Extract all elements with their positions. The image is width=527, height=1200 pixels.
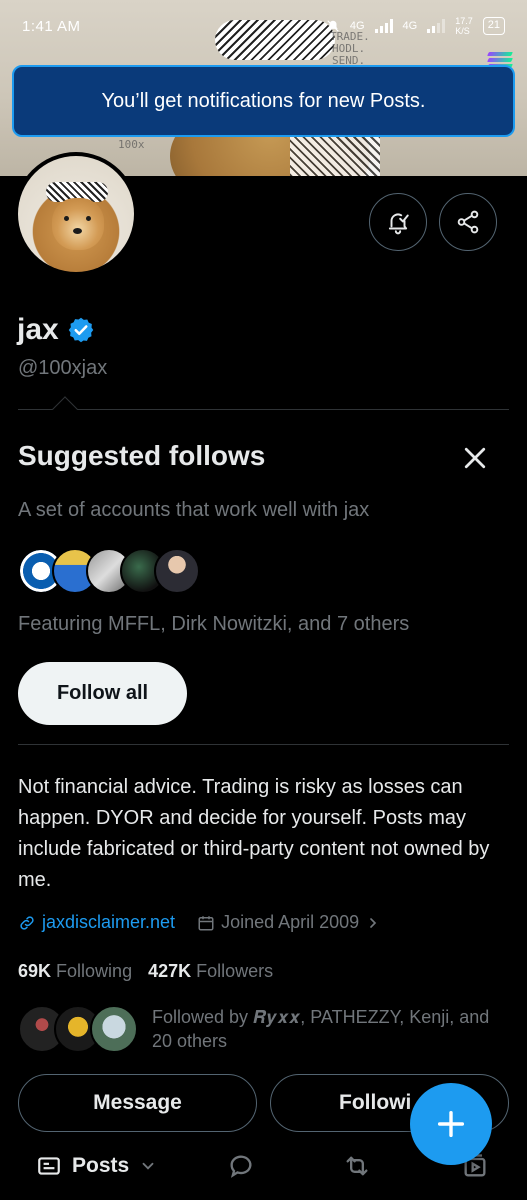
net-speed: 17.7 K/S <box>455 16 473 36</box>
chevron-right-icon[interactable] <box>365 915 381 931</box>
compose-post-button[interactable] <box>410 1083 492 1165</box>
net-speed-value: 17.7 <box>455 16 473 26</box>
link-icon <box>20 915 34 930</box>
network-type: 4G <box>349 20 365 32</box>
plus-icon <box>437 1110 465 1138</box>
profile-meta: jaxdisclaimer.net Joined April 2009 <box>18 912 381 933</box>
toast-message: You’ll get notifications for new Posts. <box>101 89 426 112</box>
avatar <box>154 548 200 594</box>
profile-name: jax <box>17 313 95 347</box>
profile-bio: Not financial advice. Trading is risky a… <box>18 776 490 891</box>
followed-by-prefix: Followed by <box>152 1007 249 1027</box>
suggested-follows-subtitle: A set of accounts that work well with ja… <box>18 499 370 521</box>
featuring-text: Featuring MFFL, Dirk Nowitzki, and 7 oth… <box>18 613 410 635</box>
network-type: 4G <box>402 20 418 32</box>
follow-stats: 69K Following 427K Followers <box>18 961 273 982</box>
status-time: 1:41 AM <box>22 17 81 35</box>
posts-filter-dropdown[interactable]: Posts <box>36 1153 157 1179</box>
reply-filter-icon[interactable] <box>227 1152 255 1180</box>
following-button-label: Followi <box>339 1091 412 1114</box>
chevron-down-icon <box>142 1162 154 1170</box>
follow-all-button[interactable]: Follow all <box>18 662 187 725</box>
divider <box>18 744 509 745</box>
avatar-image <box>18 156 134 272</box>
profile-handle: @100xjax <box>18 357 108 379</box>
posts-tab-label: Posts <box>72 1154 130 1177</box>
signal-icon <box>374 19 393 33</box>
banner-doodle-text: 100x <box>118 138 145 151</box>
posts-icon <box>38 1157 60 1175</box>
suggested-avatars[interactable] <box>18 548 200 594</box>
followed-by-text: Followed by 𝑹𝒚𝒙𝒙, PATHEZZY, Kenji, and 2… <box>152 1005 502 1053</box>
repost-filter-icon[interactable] <box>343 1152 371 1180</box>
status-icons: 4G 4G 17.7 K/S 21 <box>326 16 505 36</box>
verified-badge-icon <box>68 317 93 343</box>
battery-icon: 21 <box>482 17 505 35</box>
profile-website-link[interactable]: jaxdisclaimer.net <box>42 912 175 933</box>
suggested-follows-title: Suggested follows <box>18 440 266 471</box>
following-label: Following <box>56 961 133 981</box>
display-name: jax <box>17 313 59 346</box>
following-stat[interactable]: 69K Following <box>18 961 132 982</box>
message-button[interactable]: Message <box>18 1074 257 1132</box>
mute-icon <box>327 20 339 32</box>
joined-date[interactable]: Joined April 2009 <box>221 912 359 933</box>
status-bar: 1:41 AM 4G 4G 17.7 K/S 21 <box>0 0 527 52</box>
calendar-icon <box>198 915 214 930</box>
followers-label: Followers <box>196 961 274 981</box>
signal-icon <box>427 19 446 33</box>
net-speed-unit: K/S <box>455 26 470 36</box>
followers-count: 427K <box>148 961 192 981</box>
followed-by-avatars <box>18 1005 138 1053</box>
notifications-toggle-button[interactable] <box>369 193 427 251</box>
divider <box>18 409 509 410</box>
suggested-caret <box>52 396 78 422</box>
share-icon <box>457 210 479 234</box>
followed-by-row[interactable]: Followed by 𝑹𝒚𝒙𝒙, PATHEZZY, Kenji, and 2… <box>18 1005 502 1053</box>
share-button[interactable] <box>439 193 497 251</box>
following-count: 69K <box>18 961 52 981</box>
avatar[interactable] <box>14 152 138 276</box>
bell-check-icon <box>388 213 409 235</box>
followers-stat[interactable]: 427K Followers <box>148 961 273 982</box>
close-icon[interactable] <box>460 443 490 473</box>
notification-toast[interactable]: You’ll get notifications for new Posts. <box>12 65 515 137</box>
avatar <box>90 1005 138 1053</box>
